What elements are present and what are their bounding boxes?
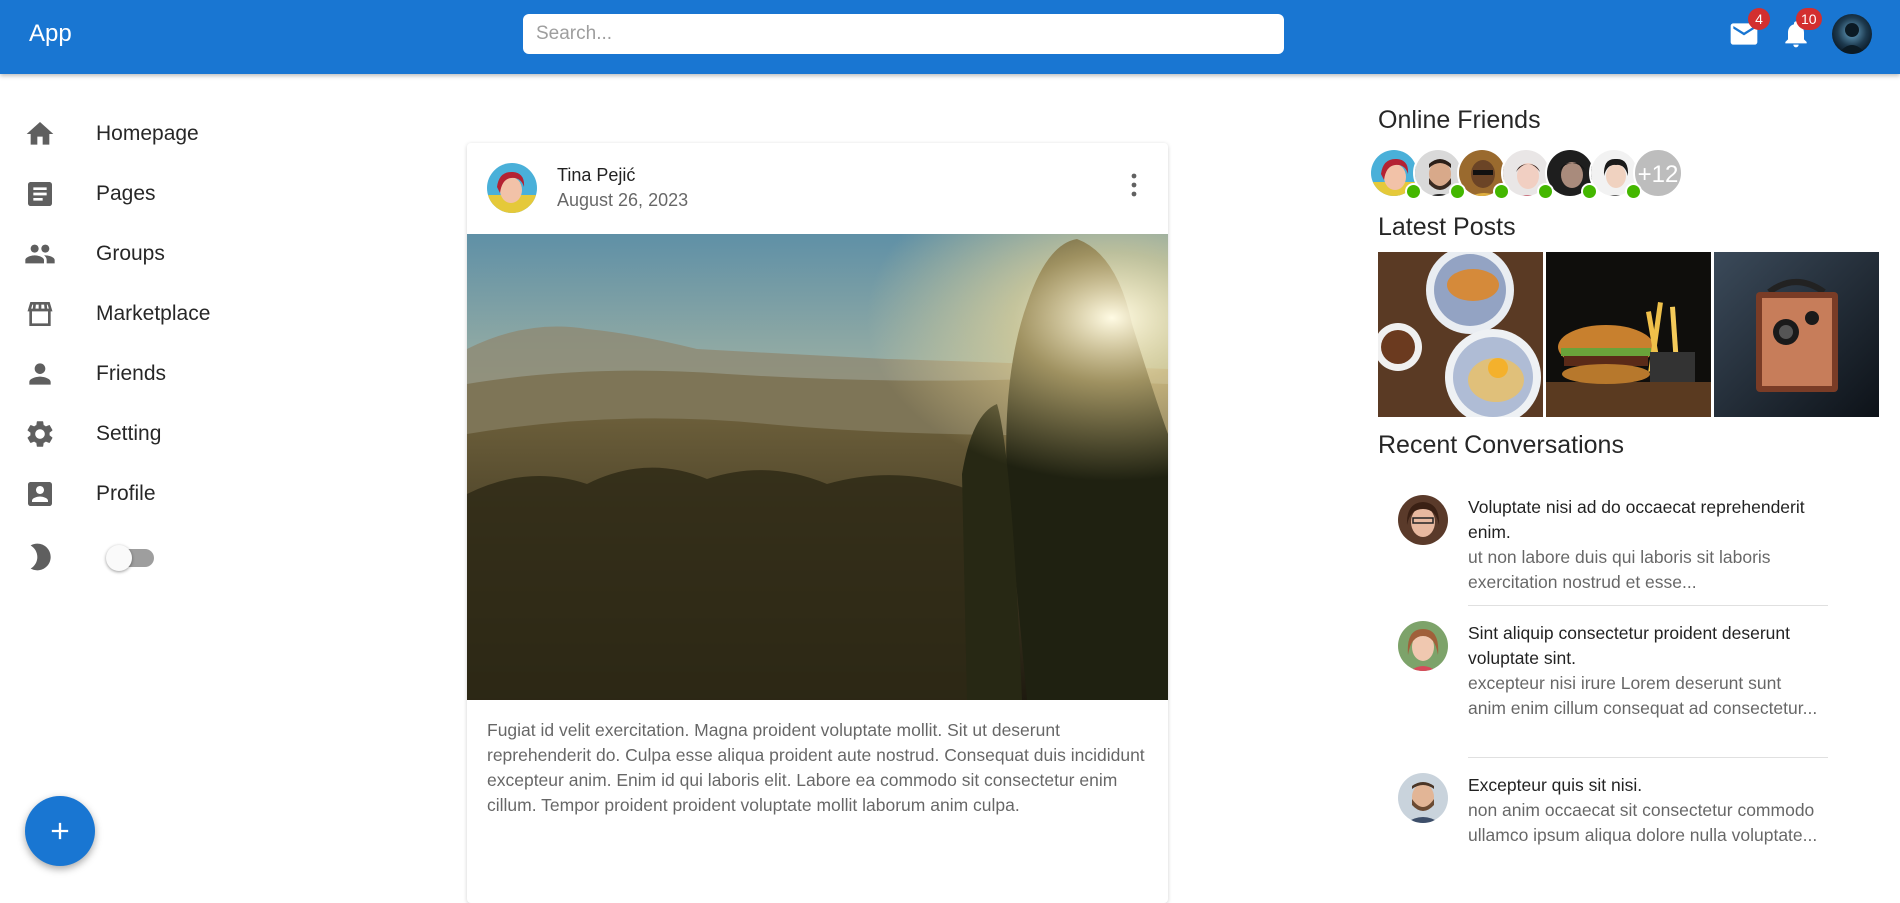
toggle-thumb[interactable] bbox=[106, 545, 132, 571]
latest-post-thumbnail[interactable] bbox=[1714, 252, 1879, 417]
person-icon bbox=[29, 363, 51, 385]
storefront-icon bbox=[27, 302, 53, 326]
sidebar-item-label: Marketplace bbox=[96, 302, 211, 325]
post-card: Tina Pejić August 26, 2023 Fugiat id vel… bbox=[467, 143, 1168, 903]
settings-icon bbox=[27, 421, 53, 447]
app-bar: App 4 10 bbox=[0, 0, 1900, 74]
group-icon bbox=[25, 244, 55, 264]
dark-mode-row bbox=[24, 537, 56, 577]
online-status-dot bbox=[1449, 183, 1466, 200]
conversation-item[interactable]: Sint aliquip consectetur proident deseru… bbox=[1398, 621, 1828, 748]
latest-post-thumbnail[interactable] bbox=[1378, 252, 1543, 417]
sidebar-item-label: Homepage bbox=[96, 122, 199, 145]
conversation-title: Voluptate nisi ad do occaecat reprehende… bbox=[1468, 497, 1805, 542]
sidebar-item-friends[interactable]: Friends bbox=[24, 354, 166, 394]
sidebar-item-homepage[interactable]: Homepage bbox=[24, 114, 199, 154]
notifications-button[interactable]: 10 bbox=[1780, 8, 1822, 50]
conversation-title: Sint aliquip consectetur proident deseru… bbox=[1468, 623, 1791, 668]
conversation-preview: excepteur nisi irure Lorem deserunt sunt… bbox=[1468, 673, 1818, 718]
home-icon bbox=[26, 122, 54, 145]
sidebar-item-label: Groups bbox=[96, 242, 165, 265]
latest-post-thumbnail[interactable] bbox=[1546, 252, 1711, 417]
sidebar-item-label: Pages bbox=[96, 182, 156, 205]
user-avatar[interactable] bbox=[1832, 14, 1872, 54]
post-image[interactable] bbox=[467, 234, 1168, 700]
conversation-preview: non anim occaecat sit consectetur commod… bbox=[1468, 800, 1818, 845]
add-button[interactable] bbox=[25, 796, 95, 866]
conversation-divider bbox=[1468, 605, 1828, 606]
post-author-name[interactable]: Tina Pejić bbox=[557, 165, 635, 186]
sidebar-item-label: Profile bbox=[96, 482, 156, 505]
sidebar-item-marketplace[interactable]: Marketplace bbox=[24, 294, 210, 334]
conversation-divider bbox=[1468, 757, 1828, 758]
mail-button[interactable]: 4 bbox=[1728, 8, 1770, 50]
conversation-title: Excepteur quis sit nisi. bbox=[1468, 775, 1643, 795]
app-title[interactable]: App bbox=[29, 20, 72, 48]
sidebar-item-setting[interactable]: Setting bbox=[24, 414, 161, 454]
sidebar-item-label: Friends bbox=[96, 362, 167, 385]
conversation-item[interactable]: Excepteur quis sit nisi. non anim occaec… bbox=[1398, 773, 1828, 875]
online-status-dot bbox=[1493, 183, 1510, 200]
sidebar-item-pages[interactable]: Pages bbox=[24, 174, 156, 214]
conversation-item[interactable]: Voluptate nisi ad do occaecat reprehende… bbox=[1398, 495, 1828, 597]
post-menu-button[interactable] bbox=[1122, 171, 1146, 199]
notifications-badge: 10 bbox=[1796, 8, 1822, 30]
online-status-dot bbox=[1537, 183, 1554, 200]
more-vert-icon bbox=[1131, 173, 1137, 197]
recent-conversations-title: Recent Conversations bbox=[1378, 431, 1624, 459]
post-author-avatar[interactable] bbox=[487, 163, 537, 213]
post-date: August 26, 2023 bbox=[557, 190, 689, 210]
sidebar-item-label: Setting bbox=[96, 422, 162, 445]
sidebar-item-groups[interactable]: Groups bbox=[24, 234, 165, 274]
conversation-avatar bbox=[1398, 621, 1448, 671]
account-box-icon bbox=[28, 482, 52, 506]
plus-icon bbox=[51, 822, 69, 840]
mail-badge: 4 bbox=[1748, 8, 1770, 30]
conversation-avatar bbox=[1398, 773, 1448, 823]
search-input[interactable] bbox=[523, 14, 1284, 54]
conversation-avatar bbox=[1398, 495, 1448, 545]
online-status-dot bbox=[1581, 183, 1598, 200]
search-box[interactable] bbox=[523, 14, 1284, 54]
conversation-preview: ut non labore duis qui laboris sit labor… bbox=[1468, 547, 1771, 592]
moon-icon bbox=[30, 543, 51, 571]
online-status-dot bbox=[1625, 183, 1642, 200]
article-icon bbox=[28, 182, 52, 206]
sidebar-item-profile[interactable]: Profile bbox=[24, 474, 156, 514]
post-body-text: Fugiat id velit exercitation. Magna proi… bbox=[487, 720, 1145, 815]
latest-posts-title: Latest Posts bbox=[1378, 213, 1516, 241]
online-status-dot bbox=[1405, 183, 1422, 200]
online-friends-title: Online Friends bbox=[1378, 106, 1541, 134]
